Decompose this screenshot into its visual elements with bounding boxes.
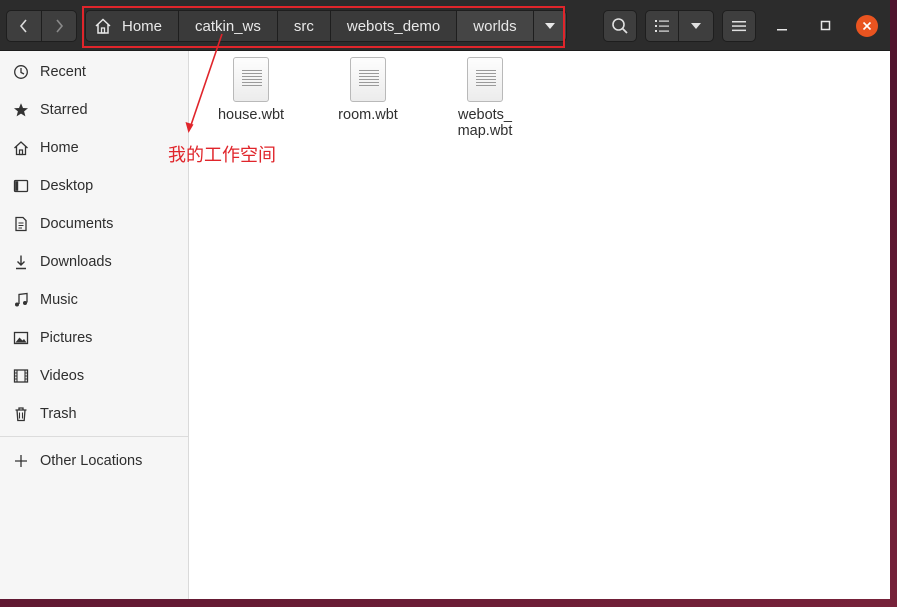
sidebar-item-label: Home xyxy=(40,140,79,156)
path-bar: Home catkin_ws src webots_demo worlds xyxy=(85,10,567,42)
sidebar-item-label: Starred xyxy=(40,102,88,118)
sidebar-item-starred[interactable]: Starred xyxy=(0,91,188,129)
list-view-button[interactable] xyxy=(645,10,679,42)
breadcrumb-label: webots_demo xyxy=(346,17,441,35)
maximize-button[interactable] xyxy=(812,12,840,40)
list-view-icon xyxy=(655,20,669,32)
music-icon xyxy=(0,292,40,308)
sidebar-item-label: Videos xyxy=(40,368,85,384)
sidebar-item-downloads[interactable]: Downloads xyxy=(0,243,188,281)
search-button[interactable] xyxy=(603,10,637,42)
close-button[interactable] xyxy=(853,12,881,40)
sidebar-item-documents[interactable]: Documents xyxy=(0,205,188,243)
file-view: house.wbt room.wbt webots_ map.wbt xyxy=(189,51,890,599)
sidebar-item-home[interactable]: Home xyxy=(0,129,188,167)
path-menu-button[interactable] xyxy=(533,10,567,42)
chevron-left-icon xyxy=(19,19,27,33)
annotation-label: 我的工作空间 xyxy=(168,145,276,166)
trash-icon xyxy=(0,406,40,422)
file-item-webots-map[interactable]: webots_ map.wbt xyxy=(433,57,537,139)
sidebar-item-label: Downloads xyxy=(40,254,112,270)
breadcrumb-src[interactable]: src xyxy=(277,10,331,42)
file-manager-window: Home catkin_ws src webots_demo worlds Re… xyxy=(0,0,890,599)
plus-icon xyxy=(0,453,40,469)
document-icon xyxy=(0,216,40,232)
clock-icon xyxy=(0,64,40,80)
breadcrumb-catkin-ws[interactable]: catkin_ws xyxy=(179,10,278,42)
breadcrumb-label: catkin_ws xyxy=(195,17,261,35)
sidebar-item-label: Desktop xyxy=(40,178,94,194)
breadcrumb-label: src xyxy=(293,17,314,35)
sidebar-item-other-locations[interactable]: Other Locations xyxy=(0,442,188,480)
sidebar-item-label: Documents xyxy=(40,216,114,232)
view-options-button[interactable] xyxy=(678,10,714,42)
breadcrumb-label: Home xyxy=(122,17,163,35)
home-icon xyxy=(95,18,111,34)
minimize-button[interactable] xyxy=(768,12,796,40)
breadcrumb-worlds[interactable]: worlds xyxy=(457,10,534,42)
breadcrumb-home[interactable]: Home xyxy=(85,10,180,42)
file-name: webots_ map.wbt xyxy=(457,107,513,139)
file-name: room.wbt xyxy=(338,107,398,123)
chevron-right-icon xyxy=(56,19,64,33)
sidebar-item-desktop[interactable]: Desktop xyxy=(0,167,188,205)
triangle-down-icon xyxy=(691,23,701,29)
breadcrumb-webots-demo[interactable]: webots_demo xyxy=(330,10,458,42)
text-file-icon xyxy=(350,57,386,102)
sidebar-item-label: Recent xyxy=(40,64,86,80)
text-file-icon xyxy=(467,57,503,102)
close-icon xyxy=(862,21,872,31)
video-icon xyxy=(0,368,40,384)
home-icon xyxy=(0,140,40,156)
sidebar-item-label: Music xyxy=(40,292,78,308)
breadcrumb-label: worlds xyxy=(473,17,517,35)
main-menu-button[interactable] xyxy=(722,10,756,42)
maximize-icon xyxy=(820,20,831,31)
sidebar-item-music[interactable]: Music xyxy=(0,281,188,319)
star-icon xyxy=(0,102,40,118)
sidebar-item-videos[interactable]: Videos xyxy=(0,357,188,395)
minimize-icon xyxy=(777,29,787,31)
triangle-down-icon xyxy=(544,23,555,29)
header-bar: Home catkin_ws src webots_demo worlds xyxy=(0,0,890,51)
download-icon xyxy=(0,254,40,270)
file-item-room[interactable]: room.wbt xyxy=(316,57,420,123)
text-file-icon xyxy=(233,57,269,102)
file-name: house.wbt xyxy=(217,107,285,123)
hamburger-icon xyxy=(732,21,746,32)
sidebar-item-trash[interactable]: Trash xyxy=(0,395,188,433)
search-icon xyxy=(612,18,628,34)
back-button[interactable] xyxy=(6,10,42,42)
sidebar-item-label: Trash xyxy=(40,406,77,422)
sidebar-item-label: Pictures xyxy=(40,330,93,346)
sidebar-item-recent[interactable]: Recent xyxy=(0,53,188,91)
sidebar-divider xyxy=(0,436,188,437)
sidebar-item-pictures[interactable]: Pictures xyxy=(0,319,188,357)
desktop-icon xyxy=(0,178,40,194)
file-item-house[interactable]: house.wbt xyxy=(199,57,303,123)
forward-button[interactable] xyxy=(41,10,77,42)
close-button-circle xyxy=(856,15,878,37)
sidebar: Recent Starred Home Desktop Documents Do… xyxy=(0,51,189,599)
picture-icon xyxy=(0,330,40,346)
sidebar-item-label: Other Locations xyxy=(40,453,143,469)
